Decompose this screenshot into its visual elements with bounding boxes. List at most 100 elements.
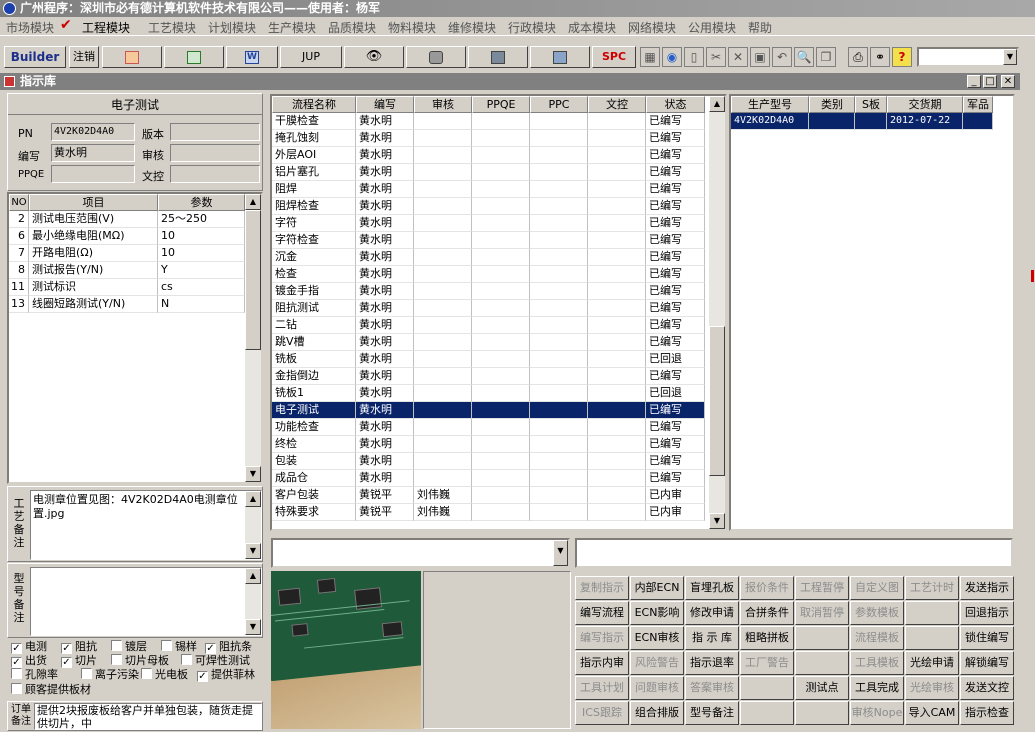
cut-button[interactable]: ✂ [706, 47, 726, 67]
process-row[interactable]: 镀金手指 黄水明 已编写 [272, 283, 705, 300]
menu-item-3[interactable]: 计划模块 [208, 19, 256, 36]
builder-button[interactable]: Builder [4, 46, 66, 68]
note-input[interactable] [575, 538, 1013, 568]
checkbox-12[interactable]: ✓ 提供菲林 [197, 668, 255, 682]
version-field[interactable] [170, 123, 260, 141]
checkbox-box[interactable] [111, 640, 122, 651]
process-row[interactable]: 功能检查 黄水明 已编写 [272, 419, 705, 436]
checkbox-box[interactable] [181, 654, 192, 665]
checkbox-10[interactable]: 离子污染 [81, 668, 139, 682]
product-header-2[interactable]: S板 [855, 96, 887, 113]
copy-button[interactable]: ❐ [816, 47, 836, 67]
process-header-5[interactable]: 文控 [588, 96, 646, 113]
function-button-9[interactable]: ECN影响 [630, 601, 684, 625]
function-button-47[interactable]: 指示检查 [960, 701, 1014, 725]
checkbox-box[interactable] [161, 640, 172, 651]
calculator-button[interactable]: ▦ [640, 47, 660, 67]
checkbox-11[interactable]: 光电板 [141, 668, 188, 682]
process-row[interactable]: 字符检查 黄水明 已编写 [272, 232, 705, 249]
product-row[interactable]: 4V2K02D4A0 2012-07-22 [731, 113, 993, 130]
review-field[interactable] [170, 144, 260, 162]
product-header-0[interactable]: 生产型号 [731, 96, 809, 113]
logout-button[interactable]: 注销 [69, 46, 99, 68]
checkbox-box[interactable]: ✓ [197, 671, 208, 682]
network-button[interactable] [468, 46, 528, 68]
process-row[interactable]: 检查 黄水明 已编写 [272, 266, 705, 283]
function-button-7[interactable]: 发送指示 [960, 576, 1014, 600]
params-row[interactable]: 2 测试电压范围(V) 25～250 [9, 211, 245, 228]
function-button-15[interactable]: 回退指示 [960, 601, 1014, 625]
process-header-4[interactable]: PPC [530, 96, 588, 113]
params-row[interactable]: 8 测试报告(Y/N) Y [9, 262, 245, 279]
scroll-down-icon[interactable]: ▼ [245, 619, 261, 635]
menu-item-2[interactable]: 工艺模块 [148, 19, 196, 36]
close-button[interactable]: ✕ [1001, 75, 1015, 88]
product-header-1[interactable]: 类别 [809, 96, 855, 113]
print-button[interactable]: ⎙ [848, 47, 868, 67]
checkbox-box[interactable] [81, 668, 92, 679]
process-row[interactable]: 沉金 黄水明 已编写 [272, 249, 705, 266]
function-button-11[interactable]: 合拼条件 [740, 601, 794, 625]
checkbox-9[interactable]: 孔隙率 [11, 668, 58, 682]
process-header-6[interactable]: 状态 [646, 96, 705, 113]
process-row[interactable]: 电子测试 黄水明 已编写 [272, 402, 705, 419]
scroll-up-icon[interactable]: ▲ [245, 194, 261, 210]
order-note-textarea[interactable]: 提供2块报废板给客户并单独包装，随货走提供切片，中 [34, 703, 262, 730]
word-button[interactable]: W [226, 46, 278, 68]
function-button-12[interactable]: 取消暂停 [795, 601, 849, 625]
process-row[interactable]: 铣板1 黄水明 已回退 [272, 385, 705, 402]
model-note-scrollbar[interactable]: ▲ ▼ [245, 568, 261, 635]
computer-button[interactable] [530, 46, 590, 68]
toolbar-select[interactable]: ▼ [917, 47, 1019, 67]
process-row[interactable]: 阻焊 黄水明 已编写 [272, 181, 705, 198]
preview-button[interactable]: 🔍 [794, 47, 814, 67]
process-row[interactable]: 阻抗测试 黄水明 已编写 [272, 300, 705, 317]
checkbox-6[interactable]: ✓ 切片 [61, 654, 97, 668]
new-button[interactable]: ▯ [684, 47, 704, 67]
checkbox-box[interactable] [11, 668, 22, 679]
process-row[interactable]: 终检 黄水明 已编写 [272, 436, 705, 453]
checkbox-1[interactable]: ✓ 阻抗 [61, 640, 97, 654]
scroll-thumb[interactable] [245, 210, 261, 350]
process-row[interactable]: 跳V槽 黄水明 已编写 [272, 334, 705, 351]
process-row[interactable]: 外层AOI 黄水明 已编写 [272, 147, 705, 164]
menu-item-10[interactable]: 网络模块 [628, 19, 676, 36]
function-button-18[interactable]: 指 示 库 [685, 626, 739, 650]
params-scrollbar[interactable]: ▲ ▼ [245, 194, 261, 482]
process-scrollbar[interactable]: ▲ ▼ [709, 96, 725, 529]
product-header-3[interactable]: 交货期 [887, 96, 963, 113]
function-button-25[interactable]: 风险警告 [630, 651, 684, 675]
process-header-0[interactable]: 流程名称 [272, 96, 356, 113]
checkbox-3[interactable]: 锡样 [161, 640, 197, 654]
params-row[interactable]: 13 线圈短路测试(Y/N) N [9, 296, 245, 313]
function-button-0[interactable]: 复制指示 [575, 576, 629, 600]
scroll-thumb[interactable] [709, 326, 725, 476]
function-button-5[interactable]: 自定义图 [850, 576, 904, 600]
function-button-8[interactable]: 编写流程 [575, 601, 629, 625]
checkbox-box[interactable]: ✓ [11, 643, 22, 654]
checkbox-2[interactable]: 镀层 [111, 640, 147, 654]
process-row[interactable]: 铣板 黄水明 已回退 [272, 351, 705, 368]
function-button-42[interactable]: 型号备注 [685, 701, 739, 725]
checkbox-0[interactable]: ✓ 电测 [11, 640, 47, 654]
checkbox-8[interactable]: 可焊性测试 [181, 654, 250, 668]
function-button-23[interactable]: 锁住编写 [960, 626, 1014, 650]
maximize-button[interactable]: □ [983, 75, 997, 88]
process-row[interactable]: 阻焊检查 黄水明 已编写 [272, 198, 705, 215]
checkbox-7[interactable]: 切片母板 [111, 654, 169, 668]
params-row[interactable]: 7 开路电阻(Ω) 10 [9, 245, 245, 262]
process-row[interactable]: 客户包装 黄锐平 刘伟巍 已内审 [272, 487, 705, 504]
save-button[interactable]: ▣ [750, 47, 770, 67]
menu-item-4[interactable]: 生产模块 [268, 19, 316, 36]
excel-button[interactable] [164, 46, 224, 68]
model-note-textarea[interactable]: ▲ ▼ [30, 567, 262, 636]
checkbox-13[interactable]: 顾客提供板材 [11, 683, 91, 697]
jup-button[interactable]: JUP [280, 46, 342, 68]
browser-button[interactable]: ◉ [662, 47, 682, 67]
function-button-33[interactable]: 问题审核 [630, 676, 684, 700]
function-button-4[interactable]: 工程暂停 [795, 576, 849, 600]
checkbox-box[interactable] [11, 683, 22, 694]
scroll-down-icon[interactable]: ▼ [245, 466, 261, 482]
function-button-31[interactable]: 解锁编写 [960, 651, 1014, 675]
menu-item-1[interactable]: 工程模块 [82, 19, 130, 36]
